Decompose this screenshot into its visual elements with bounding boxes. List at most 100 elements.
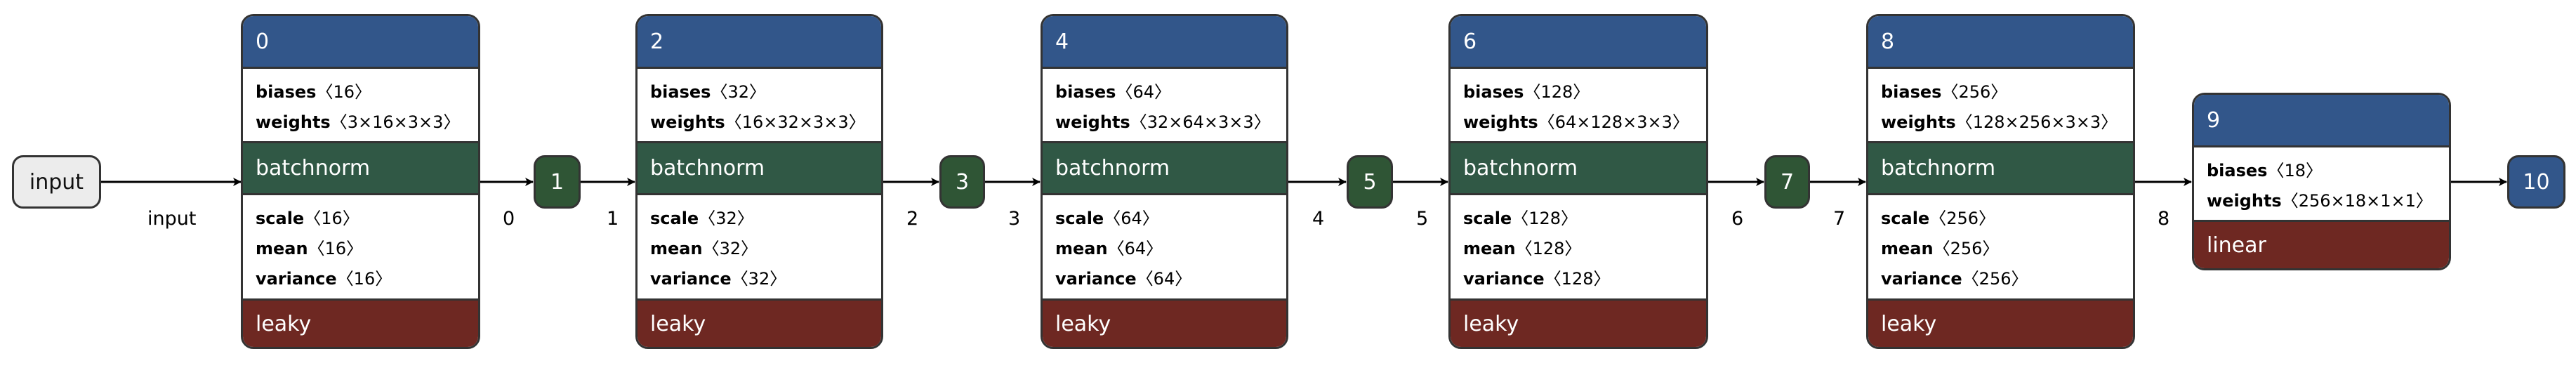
param-name: variance [1055,269,1137,289]
param-shape: 〈32×64×3×3〉 [1130,112,1271,132]
param-shape: 〈256〉 [1941,81,2008,102]
param-name: variance [1881,269,1962,289]
param-name: scale [1463,209,1512,228]
pool-node-5[interactable]: 5 [1347,155,1393,209]
edge-label-8: 8 [2158,208,2170,230]
param-name: biases [2207,160,2268,180]
param-name: variance [256,269,337,289]
param-name: mean [1055,239,1108,258]
param-shape: 〈32〉 [702,239,758,258]
param-name: weights [1881,112,1956,132]
edge-label-4: 4 [1312,208,1325,230]
param-row: scale〈128〉 [1463,204,1706,229]
param-row: biases〈16〉 [256,78,478,103]
param-row: variance〈16〉 [256,265,478,289]
param-shape: 〈128×256×3×3〉 [1955,112,2118,132]
param-shape: 〈64〉 [1107,239,1163,258]
activation-label: leaky [1055,311,1111,336]
param-row: scale〈64〉 [1055,204,1286,229]
param-row: biases〈128〉 [1463,78,1706,103]
norm-label: batchnorm [1881,156,1996,180]
param-row: weights〈32×64×3×3〉 [1055,108,1286,133]
param-shape: 〈256〉 [1929,209,1996,228]
output-node-10[interactable]: 10 [2507,155,2565,209]
param-row: mean〈256〉 [1881,235,2133,259]
activation-section: leaky [1868,298,2133,347]
layer-id: 8 [1881,29,1895,54]
layer-node-6[interactable]: 6 biases〈128〉 weights〈64×128×3×3〉 batchn… [1448,14,1708,349]
param-name: biases [1055,81,1116,102]
param-name: scale [1055,209,1104,228]
param-row: weights〈64×128×3×3〉 [1463,108,1706,133]
activation-label: leaky [256,311,312,336]
layer-id: 2 [650,29,664,54]
norm-params: scale〈256〉 mean〈256〉 variance〈256〉 [1868,193,2133,298]
param-name: scale [650,209,699,228]
layer-id: 9 [2207,107,2221,133]
param-name: variance [650,269,732,289]
layer-params: biases〈64〉 weights〈32×64×3×3〉 [1043,67,1286,141]
activation-label: leaky [650,311,706,336]
param-row: biases〈32〉 [650,78,881,103]
param-row: variance〈256〉 [1881,265,2133,289]
pool-node-label: 5 [1363,169,1377,195]
activation-label: linear [2207,232,2266,258]
param-shape: 〈32〉 [711,81,766,102]
norm-label: batchnorm [256,156,371,180]
param-shape: 〈18〉 [2267,160,2323,180]
layer-header: 9 [2194,95,2449,145]
activation-label: leaky [1463,311,1519,336]
layer-node-0[interactable]: 0 biases〈16〉 weights〈3×16×3×3〉 batchnorm… [241,14,480,349]
param-row: biases〈256〉 [1881,78,2133,103]
param-shape: 〈16×32×3×3〉 [725,112,866,132]
activation-section: leaky [243,298,478,347]
param-name: biases [1881,81,1942,102]
param-shape: 〈256×18×1×1〉 [2281,190,2433,211]
param-name: weights [2207,190,2282,211]
param-shape: 〈256〉 [1962,269,2028,289]
input-node[interactable]: input [12,155,101,209]
pool-node-3[interactable]: 3 [939,155,985,209]
param-row: variance〈128〉 [1463,265,1706,289]
layer-id: 4 [1055,29,1069,54]
input-node-label: input [29,169,84,195]
param-shape: 〈16〉 [308,239,364,258]
activation-section: leaky [1451,298,1706,347]
param-name: scale [256,209,305,228]
layer-node-9[interactable]: 9 biases〈18〉 weights〈256×18×1×1〉 linear [2192,93,2451,270]
layer-params: biases〈256〉 weights〈128×256×3×3〉 [1868,67,2133,141]
norm-params: scale〈32〉 mean〈32〉 variance 〈32〉 [638,193,881,298]
batchnorm-section: batchnorm [1868,141,2133,193]
pool-node-label: 7 [1780,169,1795,195]
layer-node-8[interactable]: 8 biases〈256〉 weights〈128×256×3×3〉 batch… [1866,14,2135,349]
param-row: weights〈128×256×3×3〉 [1881,108,2133,133]
pool-node-1[interactable]: 1 [534,155,581,209]
param-shape: 〈16〉 [336,269,392,289]
param-row: weights〈16×32×3×3〉 [650,108,881,133]
edge-label-3: 3 [1008,208,1021,230]
param-name: mean [1463,239,1516,258]
edge-label-2: 2 [906,208,919,230]
norm-label: batchnorm [1055,156,1170,180]
norm-params: scale〈64〉 mean〈64〉 variance〈64〉 [1043,193,1286,298]
param-shape: 〈128〉 [1515,239,1582,258]
param-shape: 〈256〉 [1933,239,2000,258]
layer-header: 4 [1043,16,1286,67]
pool-node-7[interactable]: 7 [1764,155,1810,209]
param-name: weights [256,112,331,132]
param-shape: 〈64〉 [1116,81,1171,102]
param-shape: 〈32〉 [699,209,754,228]
layer-header: 2 [638,16,881,67]
layer-node-2[interactable]: 2 biases〈32〉 weights〈16×32×3×3〉 batchnor… [635,14,883,349]
norm-params: scale〈128〉 mean〈128〉 variance〈128〉 [1451,193,1706,298]
batchnorm-section: batchnorm [243,141,478,193]
param-name: biases [1463,81,1524,102]
param-name: scale [1881,209,1930,228]
param-row: weights〈256×18×1×1〉 [2207,187,2449,211]
param-row: biases〈64〉 [1055,78,1286,103]
layer-params: biases〈18〉 weights〈256×18×1×1〉 [2194,145,2449,220]
layer-node-4[interactable]: 4 biases〈64〉 weights〈32×64×3×3〉 batchnor… [1041,14,1288,349]
layer-header: 8 [1868,16,2133,67]
param-row: mean〈32〉 [650,235,881,259]
layer-params: biases〈16〉 weights〈3×16×3×3〉 [243,67,478,141]
